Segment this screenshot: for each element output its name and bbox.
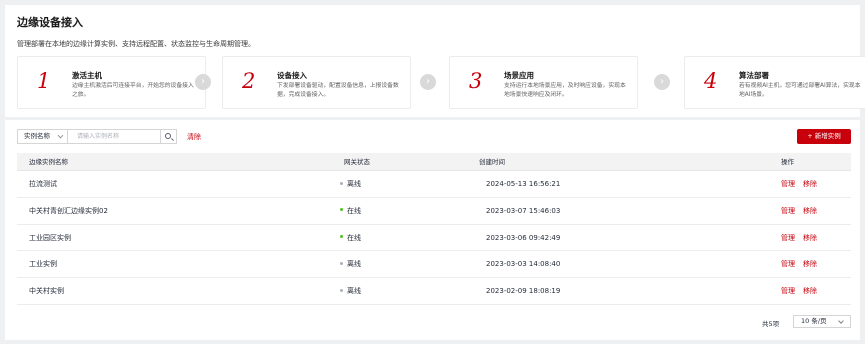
table-row: 工业实例 离线 2023-03-03 14:08:40 管理 移除 [17, 251, 851, 279]
remove-link[interactable]: 移除 [803, 198, 817, 224]
instance-table: 边缘实例名称 网关状态 创建时间 操作 拉流测试 离线 2024-05-13 1… [17, 153, 851, 305]
step-number: 4 [704, 69, 718, 93]
step-number: 3 [469, 69, 483, 93]
step-title: 场景应用 [504, 71, 534, 80]
table-row: 工业园区实例 在线 2023-03-06 09:42:49 管理 移除 [17, 225, 851, 252]
chevron-down-icon [838, 318, 844, 324]
page-size-label: 10 条/页 [801, 317, 827, 325]
filter-field-select[interactable]: 实例名称 [18, 130, 68, 143]
status-dot [340, 181, 343, 185]
status-cell: 离线 [340, 278, 361, 304]
pagination-total: 共5项 [762, 320, 780, 328]
created-time: 2023-03-07 15:46:03 [486, 206, 561, 215]
instance-name: 工业实例 [29, 260, 57, 269]
instance-list-panel: 实例名称 清除 + 新增实例 边缘实例名称 网关状态 创建时间 操作 拉流测试 … [5, 120, 860, 340]
step-number: 1 [37, 69, 51, 93]
chevron-down-icon [57, 132, 64, 139]
status-cell: 离线 [340, 171, 361, 197]
status-dot [340, 261, 343, 265]
remove-link[interactable]: 移除 [803, 171, 817, 197]
page-size-select[interactable]: 10 条/页 [793, 315, 851, 328]
column-header-status: 网关状态 [344, 158, 370, 166]
table-row: 拉流测试 离线 2024-05-13 16:56:21 管理 移除 [17, 171, 851, 198]
table-header: 边缘实例名称 网关状态 创建时间 操作 [17, 153, 851, 171]
created-time: 2023-03-03 14:08:40 [486, 260, 561, 269]
created-time: 2023-02-09 18:08:19 [486, 287, 561, 296]
add-instance-button[interactable]: + 新增实例 [797, 129, 851, 144]
created-time: 2023-03-06 09:42:49 [486, 233, 561, 242]
remove-link[interactable]: 移除 [803, 251, 817, 277]
step-text: 支持运行本地场景应用，及时响应设备，实现本地场景快速响应及闭环。 [504, 83, 626, 98]
status-text: 在线 [347, 206, 361, 215]
page-description: 管理部署在本地的边缘计算实例、支持远程配置、状态监控与生命周期管理。 [17, 40, 255, 48]
remove-link[interactable]: 移除 [803, 278, 817, 304]
step-card-scenario-app: 3 场景应用 支持运行本地场景应用，及时响应设备，实现本地场景快速响应及闭环。 [449, 56, 638, 109]
status-cell: 离线 [340, 251, 361, 277]
status-text: 离线 [347, 260, 361, 269]
remove-link[interactable]: 移除 [803, 225, 817, 251]
step-card-activate-host: 1 激活主机 边缘主机激活后可连接平台，开始您的设备接入之旅。 [17, 56, 206, 109]
chevron-right-icon: › [195, 74, 211, 90]
step-card-device-access: 2 设备接入 下发部署设备驱动，配置设备信息，上报设备数据，完成设备接入。 [222, 56, 411, 109]
instance-name: 拉流测试 [29, 180, 57, 188]
instance-name: 中关村青创汇边缘实例02 [29, 206, 108, 215]
chevron-right-icon: › [420, 74, 436, 90]
column-header-name: 边缘实例名称 [29, 158, 68, 166]
status-text: 在线 [347, 233, 361, 242]
step-text: 下发部署设备驱动，配置设备信息，上报设备数据，完成设备接入。 [277, 83, 399, 98]
manage-link[interactable]: 管理 [781, 251, 795, 277]
search-input[interactable] [69, 130, 159, 143]
table-row: 中关村实例 离线 2023-02-09 18:08:19 管理 移除 [17, 278, 851, 305]
step-text: 边缘主机激活后可连接平台，开始您的设备接入之旅。 [72, 83, 194, 98]
filter-field-label: 实例名称 [24, 132, 50, 140]
instance-name: 工业园区实例 [29, 233, 71, 242]
status-text: 离线 [347, 287, 361, 296]
step-text: 若有视频AI主机，您可通过部署AI算法，实现本地AI场景。 [739, 83, 861, 98]
step-number: 2 [242, 69, 256, 93]
manage-link[interactable]: 管理 [781, 225, 795, 251]
status-dot [340, 208, 343, 212]
search-icon [165, 133, 171, 139]
manage-link[interactable]: 管理 [781, 198, 795, 224]
status-dot [340, 235, 343, 239]
manage-link[interactable]: 管理 [781, 171, 795, 197]
manage-link[interactable]: 管理 [781, 278, 795, 304]
column-header-created: 创建时间 [479, 158, 505, 166]
search-button[interactable] [160, 130, 176, 143]
created-time: 2024-05-13 16:56:21 [486, 180, 561, 188]
clear-filter-link[interactable]: 清除 [187, 132, 201, 142]
status-dot [340, 288, 343, 292]
step-card-algorithm-deploy: 4 算法部署 若有视频AI主机，您可通过部署AI算法，实现本地AI场景。 [684, 56, 865, 109]
step-title: 设备接入 [277, 71, 307, 80]
status-cell: 在线 [340, 225, 361, 251]
chevron-right-icon: › [654, 74, 670, 90]
status-text: 离线 [347, 180, 361, 188]
status-cell: 在线 [340, 198, 361, 224]
table-row: 中关村青创汇边缘实例02 在线 2023-03-07 15:46:03 管理 移… [17, 198, 851, 225]
intro-panel: 边缘设备接入 管理部署在本地的边缘计算实例、支持远程配置、状态监控与生命周期管理… [5, 5, 865, 117]
step-title: 激活主机 [72, 71, 102, 80]
search-filter: 实例名称 [17, 129, 177, 144]
instance-name: 中关村实例 [29, 287, 64, 296]
column-header-actions: 操作 [781, 158, 794, 166]
step-title: 算法部署 [739, 71, 769, 80]
page-title: 边缘设备接入 [17, 16, 83, 29]
